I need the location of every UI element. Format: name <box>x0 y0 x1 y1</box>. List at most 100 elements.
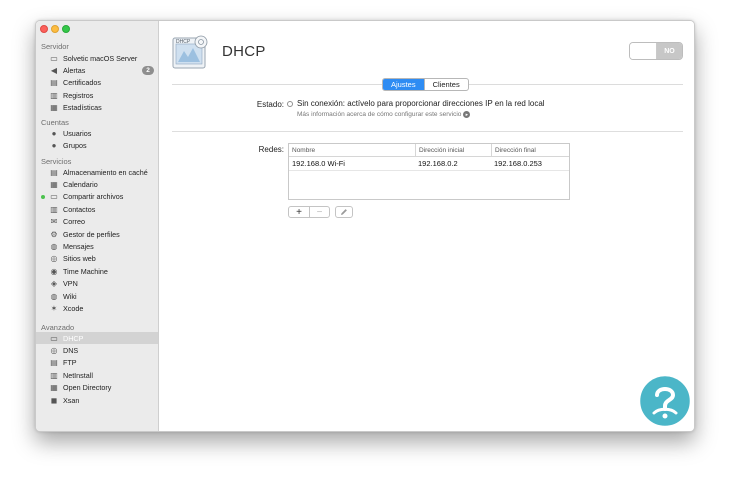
server-icon: ▭ <box>50 53 58 63</box>
xcode-icon: ✶ <box>50 303 58 313</box>
folder-icon: ▭ <box>50 192 58 202</box>
sidebar-item-label: Wiki <box>63 291 77 301</box>
sidebar-item[interactable]: ▥ Contactos <box>36 203 158 215</box>
sidebar-item[interactable]: ⚙ Gestor de perfiles <box>36 228 158 240</box>
table-row[interactable]: 192.168.0 Wi-Fi 192.168.0.2 192.168.0.25… <box>289 157 569 171</box>
sidebar-item[interactable]: ▥ Registros <box>36 89 158 101</box>
edit-network-button[interactable] <box>335 206 353 218</box>
close-window-button[interactable] <box>40 25 48 33</box>
sidebar-item[interactable]: ◍ Mensajes <box>36 240 158 252</box>
help-link[interactable]: Más información acerca de cómo configura… <box>297 111 471 118</box>
column-header-nombre[interactable]: Nombre <box>289 144 415 156</box>
sidebar-item[interactable]: ▤ Certificados <box>36 77 158 89</box>
sidebar-item[interactable]: ◉ Time Machine <box>36 265 158 277</box>
sidebar-item[interactable]: ● Grupos <box>36 139 158 151</box>
tab-clientes[interactable]: Clientes <box>423 79 468 90</box>
status-indicator-icon <box>287 101 293 107</box>
sidebar-item[interactable]: ▦ Calendario <box>36 178 158 190</box>
sidebar-item-label: Open Directory <box>63 383 112 393</box>
vpn-icon: ◈ <box>50 279 58 289</box>
sidebar-section-header: Servidor <box>41 42 69 51</box>
sidebar-item[interactable]: ◀ Alertas 2 <box>36 64 158 76</box>
user-icon: ● <box>51 128 57 138</box>
tab-ajustes[interactable]: Ajustes <box>383 79 424 90</box>
column-header-direccion-inicial[interactable]: Dirección inicial <box>415 144 491 156</box>
ftp-icon: ▤ <box>50 358 58 368</box>
sidebar-item-label: Solvetic macOS Server <box>63 53 138 63</box>
xsan-icon: ◼ <box>50 395 58 405</box>
sidebar-item-label: Calendario <box>63 179 98 189</box>
sidebar-item[interactable]: ● Usuarios <box>36 127 158 139</box>
sidebar-item-label: Time Machine <box>63 266 108 276</box>
arrow-right-icon[interactable]: ▸ <box>463 111 471 118</box>
netinstall-icon: ▥ <box>50 370 58 380</box>
sidebar-item[interactable]: ▦ Estadísticas <box>36 102 158 114</box>
sidebar-section-header: Servicios <box>41 157 72 166</box>
sidebar-item-label: Alertas <box>63 65 86 75</box>
sidebar: Servidor ▭ Solvetic macOS Server ◀ Alertas 2 ▤… <box>36 21 159 431</box>
table-cell: 192.168.0.253 <box>494 159 542 168</box>
sidebar-item-label: Xsan <box>63 395 80 405</box>
help-link-text[interactable]: Más información acerca de cómo configura… <box>297 111 461 118</box>
column-header-direccion-final[interactable]: Dirección final <box>491 144 569 156</box>
table-cell: 192.168.0.2 <box>418 159 458 168</box>
sidebar-item[interactable]: ▭ DHCP <box>36 332 158 344</box>
minimize-window-button[interactable] <box>51 25 59 33</box>
sidebar-item[interactable]: ◎ Sitios web <box>36 253 158 265</box>
sidebar-item[interactable]: ▤ FTP <box>36 357 158 369</box>
group-icon: ● <box>51 140 57 150</box>
sidebar-item[interactable]: ✉ Correo <box>36 216 158 228</box>
solvetic-watermark-icon <box>637 373 693 429</box>
sidebar-item-label: Grupos <box>63 140 87 150</box>
dns-icon: ◎ <box>50 345 58 355</box>
toggle-knob[interactable] <box>630 43 657 59</box>
sidebar-item[interactable]: ✶ Xcode <box>36 302 158 314</box>
sidebar-item-label: Almacenamiento en caché <box>63 167 148 177</box>
sidebar-item[interactable]: ◼ Xsan <box>36 394 158 406</box>
sidebar-item[interactable]: ▭ Compartir archivos <box>36 191 158 203</box>
mail-icon: ✉ <box>50 217 58 227</box>
table-action-buttons: + − <box>288 206 330 218</box>
status-dot-slot <box>36 194 49 199</box>
sidebar-item-label: VPN <box>63 279 78 289</box>
dhcp-icon: ▭ <box>50 333 58 343</box>
log-icon: ▥ <box>50 90 58 100</box>
contacts-icon: ▥ <box>50 204 58 214</box>
sidebar-item-label: Xcode <box>63 303 84 313</box>
sidebar-item-label: Mensajes <box>63 241 94 251</box>
sidebar-item[interactable]: ▤ Almacenamiento en caché <box>36 166 158 178</box>
remove-network-button[interactable]: − <box>309 207 329 217</box>
main-content: DHCP DHCP NO Ajustes Clientes Estado: Si… <box>160 21 694 431</box>
toggle-state-label: NO <box>657 43 682 59</box>
sidebar-item[interactable]: ◎ DNS <box>36 344 158 356</box>
messages-icon: ◍ <box>50 241 58 251</box>
sidebar-item-label: Contactos <box>63 204 96 214</box>
sidebar-item[interactable]: ◈ VPN <box>36 278 158 290</box>
sidebar-item[interactable]: ◍ Wiki <box>36 290 158 302</box>
page-title: DHCP <box>222 43 266 60</box>
bell-icon: ◀ <box>50 65 58 75</box>
sidebar-item-label: NetInstall <box>63 370 93 380</box>
estado-label: Estado: <box>256 100 284 109</box>
sidebar-item-label: DNS <box>63 345 79 355</box>
open-directory-icon: ▦ <box>50 383 58 393</box>
zoom-window-button[interactable] <box>62 25 70 33</box>
sidebar-item-label: Gestor de perfiles <box>63 229 120 239</box>
sidebar-item-label: Compartir archivos <box>63 192 124 202</box>
table-cell: 192.168.0 Wi-Fi <box>292 159 345 168</box>
service-toggle[interactable]: NO <box>629 42 683 60</box>
redes-label: Redes: <box>258 145 284 154</box>
pencil-icon <box>341 209 347 215</box>
sidebar-item-label: FTP <box>63 358 77 368</box>
sidebar-item[interactable]: ▭ Solvetic macOS Server <box>36 52 158 64</box>
cache-icon: ▤ <box>50 167 58 177</box>
sidebar-section-header: Avanzado <box>41 323 75 332</box>
table-header: Nombre Dirección inicial Dirección final <box>289 144 569 157</box>
sidebar-item[interactable]: ▥ NetInstall <box>36 369 158 381</box>
window-controls <box>40 25 70 33</box>
add-network-button[interactable]: + <box>289 207 309 217</box>
sidebar-item-label: Registros <box>63 90 94 100</box>
stats-icon: ▦ <box>50 103 58 113</box>
estado-text: Sin conexión: actívelo para proporcionar… <box>297 99 545 108</box>
sidebar-item[interactable]: ▦ Open Directory <box>36 382 158 394</box>
